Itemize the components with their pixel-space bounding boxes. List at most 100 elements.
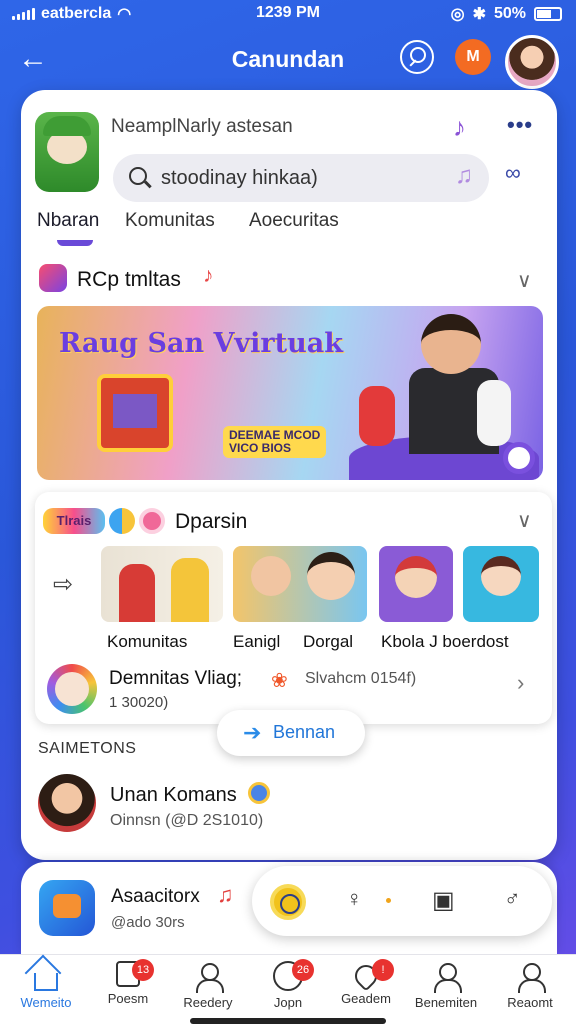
brand-badge[interactable]: M xyxy=(455,39,491,75)
notification-badge: ! xyxy=(372,959,394,981)
chevron-right-icon[interactable]: › xyxy=(517,670,524,696)
follow-label: Bennan xyxy=(273,722,336,742)
child-face xyxy=(307,552,355,600)
indicator-dot xyxy=(386,898,391,903)
app-icon xyxy=(39,880,95,936)
music-note-icon[interactable]: ♫ xyxy=(455,162,473,190)
nav-label: Benemiten xyxy=(414,995,478,1010)
search-icon xyxy=(129,167,147,185)
home-icon xyxy=(34,973,58,991)
music-note-icon: ♫ xyxy=(217,882,234,907)
thumb-label: Eanigl xyxy=(233,632,281,651)
search-icon[interactable] xyxy=(400,40,434,74)
status-right: ◎ ✱ 50% xyxy=(451,4,562,24)
tag-badge: Tlrais xyxy=(43,508,105,534)
child-face xyxy=(251,556,291,596)
music-note-icon: ♪ xyxy=(203,264,214,287)
more-options-icon[interactable]: ••• xyxy=(507,112,533,138)
chevron-down-icon[interactable]: ∨ xyxy=(517,508,532,533)
home-indicator xyxy=(190,1018,386,1024)
rocket-icon xyxy=(39,264,67,292)
search-action-icon[interactable] xyxy=(270,884,306,920)
event-banner[interactable]: Raug San Vvirtuak DEEMAE MCOD VICO BIOS xyxy=(37,306,543,480)
nav-item-friends[interactable]: Benemiten xyxy=(406,961,486,1010)
banner-sign-line: VICO BIOS xyxy=(229,441,292,455)
community-avatar[interactable] xyxy=(47,664,97,714)
community-thumb[interactable] xyxy=(379,546,453,622)
blue-dot-icon xyxy=(109,508,135,534)
nav-item-garden[interactable]: ! Geadem xyxy=(326,959,406,1006)
music-note-icon[interactable]: ♪ xyxy=(453,112,466,143)
nav-item-account[interactable]: Reaomt xyxy=(490,961,570,1010)
user-avatar[interactable] xyxy=(505,35,559,89)
tab-komunitas[interactable]: Komunitas xyxy=(125,210,215,232)
community-count: 1 30020) xyxy=(109,694,169,711)
child-illustration xyxy=(171,558,209,622)
tab-nbaran[interactable]: Nbaran xyxy=(37,210,99,232)
play-toggle-icon[interactable] xyxy=(503,442,535,474)
thumb-label: Dorgal xyxy=(303,632,354,651)
add-person-icon[interactable]: ♂ xyxy=(504,886,521,912)
thumb-label: Komunitas xyxy=(107,632,188,651)
battery-icon xyxy=(534,7,562,21)
profile-icon xyxy=(431,961,462,993)
nav-label: Reaomt xyxy=(507,995,553,1010)
child-illustration xyxy=(119,564,155,622)
member-name[interactable]: Unan Komans xyxy=(110,784,237,807)
nav-label: Reedery xyxy=(183,995,233,1010)
child-illustration xyxy=(359,386,395,446)
infinity-icon[interactable]: ∞ xyxy=(505,160,521,186)
app-header: ← Canundan M xyxy=(0,34,576,89)
pink-dot-icon xyxy=(139,508,165,534)
banner-sign: DEEMAE MCOD VICO BIOS xyxy=(223,426,327,458)
chevron-down-icon[interactable]: ∨ xyxy=(517,268,532,293)
card-subtitle: @ado 30rs xyxy=(111,914,185,931)
active-tab-indicator xyxy=(57,240,93,246)
community-section: Tlrais Dparsin ∨ ⇨ Komunitas Eanigl Dorg… xyxy=(35,492,552,724)
follow-button[interactable]: ➔ Bennan xyxy=(217,710,365,756)
bottom-navigation: Wemeito 13 Poesm Reedery 26 Jopn ! Geade… xyxy=(0,954,576,1024)
child-illustration xyxy=(477,380,511,446)
nav-item-reader[interactable]: Reedery xyxy=(168,961,248,1010)
status-bar: eatbercla ◠ 1239 PM ◎ ✱ 50% xyxy=(0,0,576,26)
profile-name: NeamplNarly astesan xyxy=(111,116,293,137)
thumb-label: Kbola J boerdost xyxy=(381,632,509,651)
host-head-illustration xyxy=(421,314,481,374)
nav-item-join[interactable]: 26 Jopn xyxy=(248,959,328,1010)
section-title: Dparsin xyxy=(175,510,248,533)
search-input[interactable]: stoodinay hinkaa) ♫ xyxy=(113,154,489,202)
notification-badge: 13 xyxy=(132,959,154,981)
nav-label: Geadem xyxy=(341,991,391,1006)
tab-aoecuritas[interactable]: Aoecuritas xyxy=(249,210,339,232)
community-meta: Slvahcm 0154f) xyxy=(305,670,417,687)
character-illustration xyxy=(481,556,521,596)
share-arrow-icon[interactable]: ⇨ xyxy=(53,570,73,599)
battery-label: 50% xyxy=(493,5,526,22)
community-title: Demnitas Vliag; xyxy=(109,668,243,689)
banner-title: Raug San Vvirtuak xyxy=(59,328,343,359)
location-icon: ◎ xyxy=(450,6,465,23)
arrow-right-icon: ➔ xyxy=(243,720,262,745)
nav-item-posts[interactable]: 13 Poesm xyxy=(88,959,168,1006)
tab-bar: Nbaran Komunitas Aoecuritas xyxy=(37,210,537,246)
community-thumb[interactable] xyxy=(233,546,367,622)
floating-action-bar: ♀ ▣ ♂ xyxy=(252,866,552,936)
community-thumb[interactable] xyxy=(101,546,223,622)
section-label: SAIMETONS xyxy=(38,740,137,757)
camera-icon[interactable]: ▣ xyxy=(432,886,455,915)
nav-label: Jopn xyxy=(273,995,303,1010)
profile-avatar[interactable] xyxy=(35,112,99,192)
nav-label: Wemeito xyxy=(20,995,72,1010)
section-title: RCp tmltas xyxy=(77,268,181,291)
character-illustration xyxy=(395,556,437,598)
community-thumb[interactable] xyxy=(463,546,539,622)
member-handle: Oinnsn (@D 2S1010) xyxy=(110,812,264,829)
member-avatar[interactable] xyxy=(38,774,96,832)
person-icon[interactable]: ♀ xyxy=(346,886,363,912)
search-value: stoodinay hinkaa) xyxy=(161,167,318,189)
person-icon xyxy=(193,961,224,993)
account-icon xyxy=(515,961,546,993)
bluetooth-icon: ✱ xyxy=(472,6,486,23)
nav-item-home[interactable]: Wemeito xyxy=(6,961,86,1010)
nav-label: Poesm xyxy=(107,991,149,1006)
